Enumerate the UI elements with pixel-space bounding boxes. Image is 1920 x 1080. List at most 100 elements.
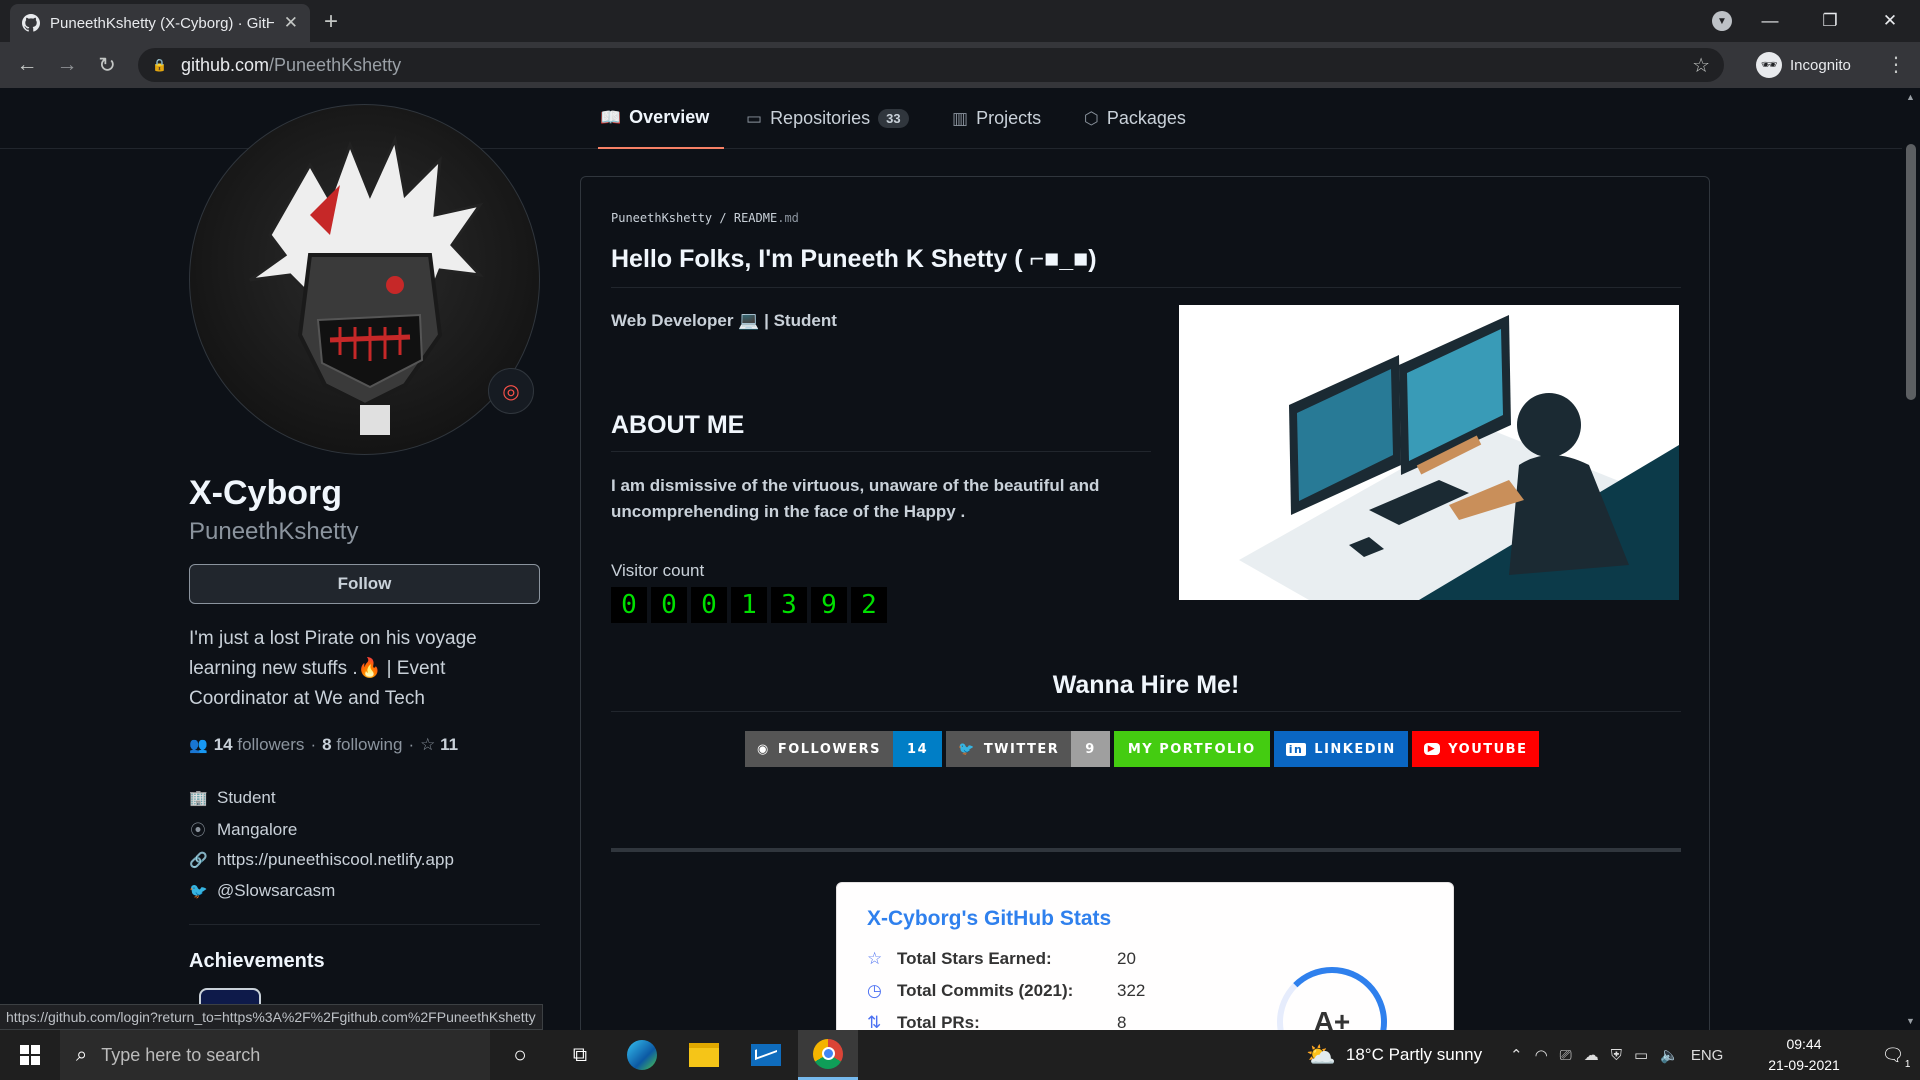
forward-arrow-icon[interactable]: → [54,52,80,78]
followers-link[interactable]: 14 followers [214,735,305,755]
incognito-indicator[interactable]: 🕶 Incognito [1756,50,1851,80]
chrome-taskbar-icon[interactable] [798,1030,858,1080]
developer-illustration [1179,305,1679,600]
social-badges: ◉ FOLLOWERS 14 🐦 TWITTER 9 MY PORTFOLIO in… [745,731,1540,767]
link-icon: 🔗 [189,852,208,869]
repo-icon: ▭ [746,108,763,128]
chevron-up-icon[interactable]: ⌃ [1510,1046,1523,1064]
scroll-down-icon[interactable]: ▼ [1906,1016,1915,1026]
clock[interactable]: 09:44 21-09-2021 [1764,1034,1844,1076]
sidebar-divider [189,924,540,925]
onedrive-icon[interactable]: ☁ [1584,1046,1599,1064]
twitter-icon: 🐦 [189,883,208,900]
meet-now-icon[interactable]: ⎚ [1560,1047,1572,1064]
reload-icon[interactable]: ↻ [94,52,120,78]
profile-name: X-Cyborg [189,474,342,512]
close-window-icon[interactable]: ✕ [1860,0,1920,42]
stats-row: ⇅ Total PRs: 8 [867,1013,1126,1030]
twitter-item[interactable]: 🐦 @Slowsarcasm [189,881,335,901]
youtube-badge[interactable]: ▶ YOUTUBE [1411,731,1540,767]
tab-packages[interactable]: ⬡ Packages [1084,88,1186,149]
company-item: 🏢 Student [189,788,276,807]
about-text: I am dismissive of the virtuous, unaware… [611,476,1100,521]
avatar-illustration [249,135,484,435]
breadcrumb-file-link[interactable]: README.md [734,211,799,225]
linkedin-icon: in [1285,742,1307,756]
github-profile-page: 📖 Overview ▭ Repositories 33 ▥ Projects … [0,88,1902,1030]
taskbar-search-box[interactable]: ⌕ Type here to search [60,1030,490,1080]
breadcrumb-user-link[interactable]: PuneethKshetty [611,211,712,225]
separator-dot: · [408,735,415,754]
readme-breadcrumb: PuneethKshetty / README.md [611,211,799,225]
stars-link[interactable]: ☆ 11 [420,735,458,755]
avatar[interactable] [189,104,540,455]
address-bar[interactable]: 🔒 github.com/PuneethKshetty ☆ [138,48,1724,82]
battery-icon[interactable]: ▭ [1634,1046,1648,1064]
start-button[interactable] [0,1030,60,1080]
profile-readme: PuneethKshetty / README.md Hello Folks, … [580,176,1710,1030]
browser-tab[interactable]: PuneethKshetty (X-Cyborg) · GitHub ✕ [10,4,310,42]
security-icon[interactable]: ⛨ [1611,1047,1622,1064]
heading-rule [611,287,1681,288]
location-item: ⦿ Mangalore [190,819,298,840]
clock-date: 21-09-2021 [1768,1057,1840,1073]
stats-row: ☆ Total Stars Earned: 20 [867,949,1136,968]
scroll-up-icon[interactable]: ▲ [1906,92,1915,102]
hire-heading: Wanna Hire Me! [1052,671,1240,699]
bookmark-star-icon[interactable]: ☆ [1692,53,1710,78]
volume-icon[interactable]: 🔈 [1660,1046,1679,1064]
tab-projects[interactable]: ▥ Projects [952,88,1041,149]
history-icon: ◷ [867,981,882,1000]
weather-widget[interactable]: ⛅ 18°C Partly sunny [1306,1030,1482,1080]
visitor-digit: 0 [651,587,687,623]
status-emoji-icon[interactable]: ◎ [488,368,534,414]
follow-button[interactable]: Follow [189,564,540,604]
incognito-label: Incognito [1790,56,1851,74]
about-heading: ABOUT ME [611,411,745,439]
visitor-counter: 0 0 0 1 3 9 2 [611,587,887,623]
about-rule [611,451,1151,452]
mail-icon[interactable] [736,1030,796,1080]
visitor-count-label: Visitor count [611,561,705,580]
network-icon[interactable]: ◠ [1535,1046,1548,1064]
new-tab-button[interactable]: + [324,8,338,36]
linkedin-badge[interactable]: in LINKEDIN [1273,731,1408,767]
package-icon: ⬡ [1084,108,1099,128]
search-placeholder: Type here to search [101,1044,261,1065]
tab-search-icon[interactable]: ▼ [1712,11,1732,31]
achievements-heading: Achievements [189,950,325,972]
visitor-digit: 0 [611,587,647,623]
tab-overview[interactable]: 📖 Overview [598,88,724,149]
visitor-digit: 2 [851,587,887,623]
visitor-digit: 3 [771,587,807,623]
restore-icon[interactable]: ❐ [1800,0,1860,42]
twitter-badge[interactable]: 🐦 TWITTER 9 [946,731,1110,767]
cortana-icon[interactable]: ○ [490,1030,550,1080]
edge-browser-icon[interactable] [612,1030,672,1080]
hire-rule [611,711,1681,712]
task-view-icon[interactable]: ⧉ [550,1030,610,1080]
notification-center-icon[interactable]: 🗨 1 [1866,1030,1920,1080]
organization-icon: 🏢 [189,790,208,807]
scrollbar-thumb[interactable] [1906,144,1916,400]
address-url: github.com/PuneethKshetty [180,54,402,75]
github-favicon-icon [22,14,40,32]
following-link[interactable]: 8 following [322,735,402,755]
window-controls: — ❐ ✕ [1740,0,1920,42]
file-explorer-icon[interactable] [674,1030,734,1080]
portfolio-badge[interactable]: MY PORTFOLIO [1113,731,1270,767]
profile-username: PuneethKshetty [189,518,359,545]
page-scrollbar[interactable]: ▲ ▼ [1902,88,1920,1030]
browser-menu-icon[interactable]: ⋮ [1886,52,1906,77]
minimize-icon[interactable]: — [1740,0,1800,42]
tab-close-icon[interactable]: ✕ [284,13,298,33]
followers-badge[interactable]: ◉ FOLLOWERS 14 [745,731,943,767]
tab-repositories[interactable]: ▭ Repositories 33 [746,88,909,149]
language-indicator[interactable]: ENG [1691,1047,1724,1064]
website-item[interactable]: 🔗 https://puneethiscool.netlify.app [189,850,454,870]
back-arrow-icon[interactable]: ← [14,52,40,78]
link-status-bubble: https://github.com/login?return_to=https… [0,1004,543,1030]
lock-icon[interactable]: 🔒 [152,58,167,72]
readme-role: Web Developer 💻 | Student [611,311,837,330]
system-tray: ⌃ ◠ ⎚ ☁ ⛨ ▭ 🔈 ENG [1510,1030,1723,1080]
